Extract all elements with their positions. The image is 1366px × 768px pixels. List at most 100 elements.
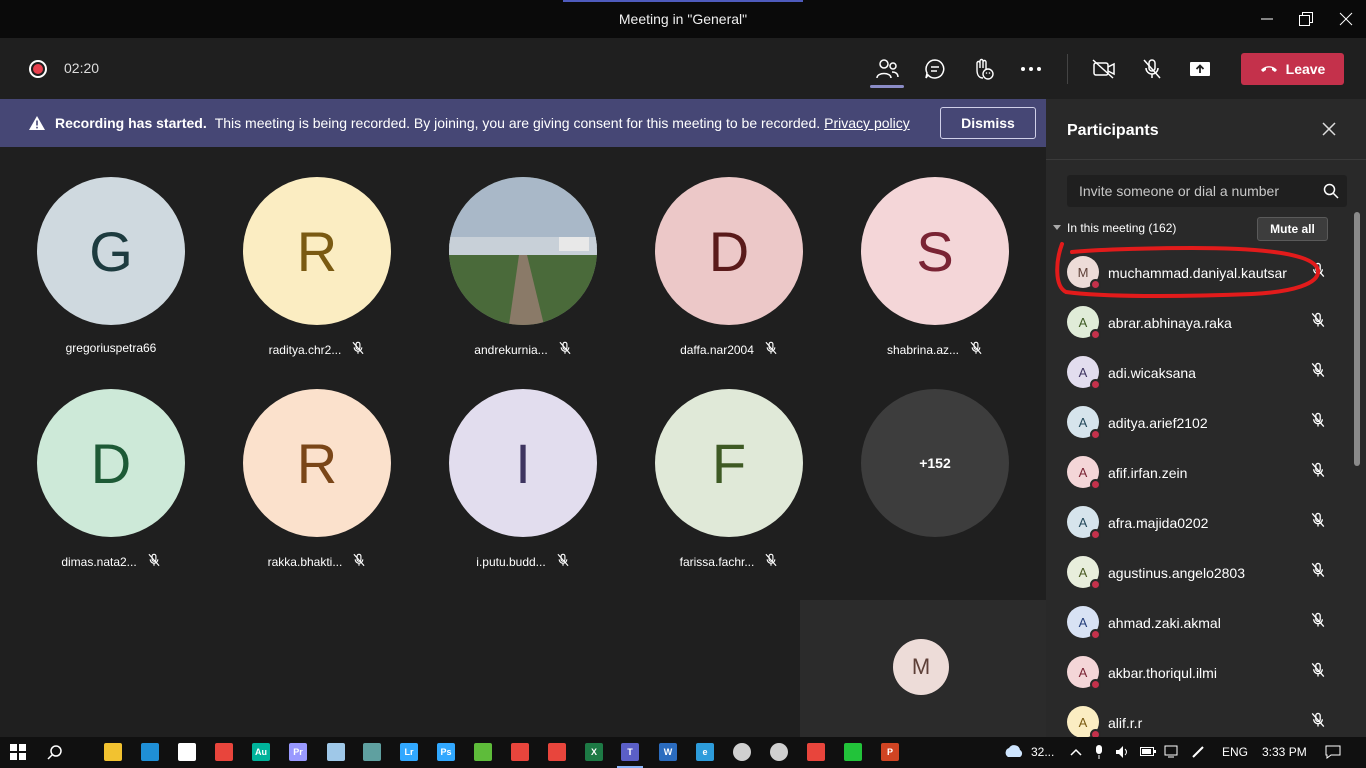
participant-tile[interactable]: Ggregoriuspetra66 [36, 177, 186, 367]
taskbar-acrobat-icon[interactable] [548, 743, 566, 761]
tray-chevron-icon[interactable] [1070, 745, 1082, 759]
dismiss-button[interactable]: Dismiss [940, 107, 1036, 139]
taskbar-line-icon[interactable] [844, 743, 862, 761]
participant-avatar: A [1067, 356, 1101, 390]
taskbar-app-circle-icon[interactable] [363, 743, 381, 761]
participant-tile[interactable]: Ii.putu.budd... [448, 389, 598, 579]
minimize-icon [1261, 18, 1273, 20]
weather-temp[interactable]: 32... [1031, 745, 1054, 759]
participant-tile[interactable]: andrekurnia... [448, 177, 598, 367]
participant-name: afra.majida0202 [1108, 515, 1209, 531]
participants-panel: Participants Invite someone or dial a nu… [1046, 99, 1366, 740]
taskbar-word-icon[interactable]: W [659, 743, 677, 761]
taskbar-store-icon[interactable] [178, 743, 196, 761]
taskbar-teams-icon[interactable]: T [617, 743, 643, 768]
language-indicator[interactable]: ENG [1222, 745, 1248, 759]
participant-list-item[interactable]: Aagustinus.angelo2803 [1046, 547, 1352, 597]
show-participants-button[interactable] [874, 56, 900, 82]
participant-tile[interactable]: Sshabrina.az... [860, 177, 1010, 367]
taskbar-lightroom-icon[interactable]: Lr [400, 743, 418, 761]
taskbar-internet-explorer-icon[interactable]: e [696, 743, 714, 761]
leave-button[interactable]: Leave [1241, 53, 1344, 85]
participant-tile[interactable]: Ddimas.nata2... [36, 389, 186, 579]
taskbar-snipping-icon[interactable] [807, 743, 825, 761]
close-icon [1322, 122, 1336, 136]
mic-off-icon [1311, 712, 1325, 727]
weather-icon[interactable] [1002, 743, 1024, 762]
mic-toggle-button[interactable] [1139, 56, 1165, 82]
participant-name: ahmad.zaki.akmal [1108, 615, 1221, 631]
participant-tile[interactable]: Rrakka.bhakti... [242, 389, 392, 579]
status-icon [1090, 379, 1101, 390]
self-view[interactable]: M [800, 600, 1046, 737]
taskbar-audition-icon[interactable]: Au [252, 743, 270, 761]
avatar-initial: A [1078, 314, 1088, 330]
avatar-initial: A [1078, 514, 1088, 530]
meeting-toolbar: 02:20 Leave [0, 38, 1366, 99]
camera-toggle-button[interactable] [1091, 56, 1117, 82]
notifications-icon[interactable] [1325, 745, 1341, 762]
mic-off-icon [1311, 262, 1325, 277]
mic-off-icon [1310, 462, 1326, 483]
more-actions-button[interactable] [1018, 56, 1044, 82]
taskbar-photoshop-icon[interactable]: Ps [437, 743, 455, 761]
taskbar-search-button[interactable] [46, 743, 64, 761]
mic-off-icon [1310, 662, 1326, 683]
invite-placeholder: Invite someone or dial a number [1079, 183, 1279, 199]
participant-tile[interactable]: Rraditya.chr2... [242, 177, 392, 367]
participant-list-item[interactable]: Aadi.wicaksana [1046, 347, 1352, 397]
participant-list-item[interactable]: Aakbar.thoriqul.ilmi [1046, 647, 1352, 697]
taskbar-utorrent-icon[interactable] [474, 743, 492, 761]
taskbar-premiere-icon[interactable]: Pr [289, 743, 307, 761]
participant-list-item[interactable]: Aahmad.zaki.akmal [1046, 597, 1352, 647]
taskbar-powerpoint-icon[interactable]: P [881, 743, 899, 761]
participant-list-item[interactable]: Aaditya.arief2102 [1046, 397, 1352, 447]
pen-icon[interactable] [1191, 745, 1205, 762]
participant-list-item[interactable]: Aabrar.abhinaya.raka [1046, 297, 1352, 347]
start-button[interactable] [9, 743, 27, 761]
mic-off-icon [1310, 512, 1326, 533]
participant-tile[interactable]: Ffarissa.fachr... [654, 389, 804, 579]
battery-icon[interactable] [1140, 745, 1156, 760]
taskbar-edge-icon[interactable] [141, 743, 159, 761]
people-icon [876, 59, 899, 79]
taskbar-excel-icon[interactable]: X [585, 743, 603, 761]
share-screen-button[interactable] [1187, 56, 1213, 82]
status-icon [1090, 629, 1101, 640]
reactions-button[interactable] [970, 56, 996, 82]
avatar-initial: A [1078, 614, 1088, 630]
taskbar-creative-cloud-icon[interactable] [511, 743, 529, 761]
participant-list-item[interactable]: Mmuchammad.daniyal.kautsar [1046, 247, 1352, 297]
title-bar: Meeting in "General" [0, 0, 1366, 38]
volume-icon[interactable] [1115, 745, 1129, 762]
show-chat-button[interactable] [922, 56, 948, 82]
warning-icon [29, 116, 45, 130]
taskbar-notepad-icon[interactable] [327, 743, 345, 761]
participant-tile-name: daffa.nar2004 [654, 341, 804, 358]
taskbar-settings-icon[interactable] [733, 743, 751, 761]
microphone-tray-icon[interactable] [1094, 745, 1104, 762]
privacy-policy-link[interactable]: Privacy policy [824, 115, 910, 131]
minimize-button[interactable] [1256, 8, 1278, 30]
taskbar-file-explorer-icon[interactable] [104, 743, 122, 761]
participant-tile[interactable]: Ddaffa.nar2004 [654, 177, 804, 367]
in-meeting-toggle[interactable]: In this meeting (162) [1053, 221, 1176, 235]
participant-list: Mmuchammad.daniyal.kautsar Aabrar.abhinay… [1046, 247, 1352, 747]
panel-scrollbar[interactable] [1354, 212, 1360, 466]
clock[interactable]: 3:33 PM [1262, 745, 1307, 759]
taskbar-chrome-icon[interactable] [215, 743, 233, 761]
mute-all-button[interactable]: Mute all [1257, 217, 1328, 241]
participant-tile[interactable]: +152 [860, 389, 1010, 579]
restore-icon [1299, 12, 1313, 26]
search-icon [1323, 183, 1339, 199]
maximize-button[interactable] [1295, 8, 1317, 30]
participant-list-item[interactable]: Aafra.majida0202 [1046, 497, 1352, 547]
network-icon[interactable] [1164, 745, 1180, 762]
close-window-button[interactable] [1335, 8, 1357, 30]
close-panel-button[interactable] [1322, 122, 1336, 141]
mic-off-icon [1311, 412, 1325, 427]
mic-off-icon [352, 341, 364, 355]
taskbar-clock-icon[interactable] [770, 743, 788, 761]
participant-list-item[interactable]: Aafif.irfan.zein [1046, 447, 1352, 497]
invite-input[interactable]: Invite someone or dial a number [1067, 175, 1347, 207]
